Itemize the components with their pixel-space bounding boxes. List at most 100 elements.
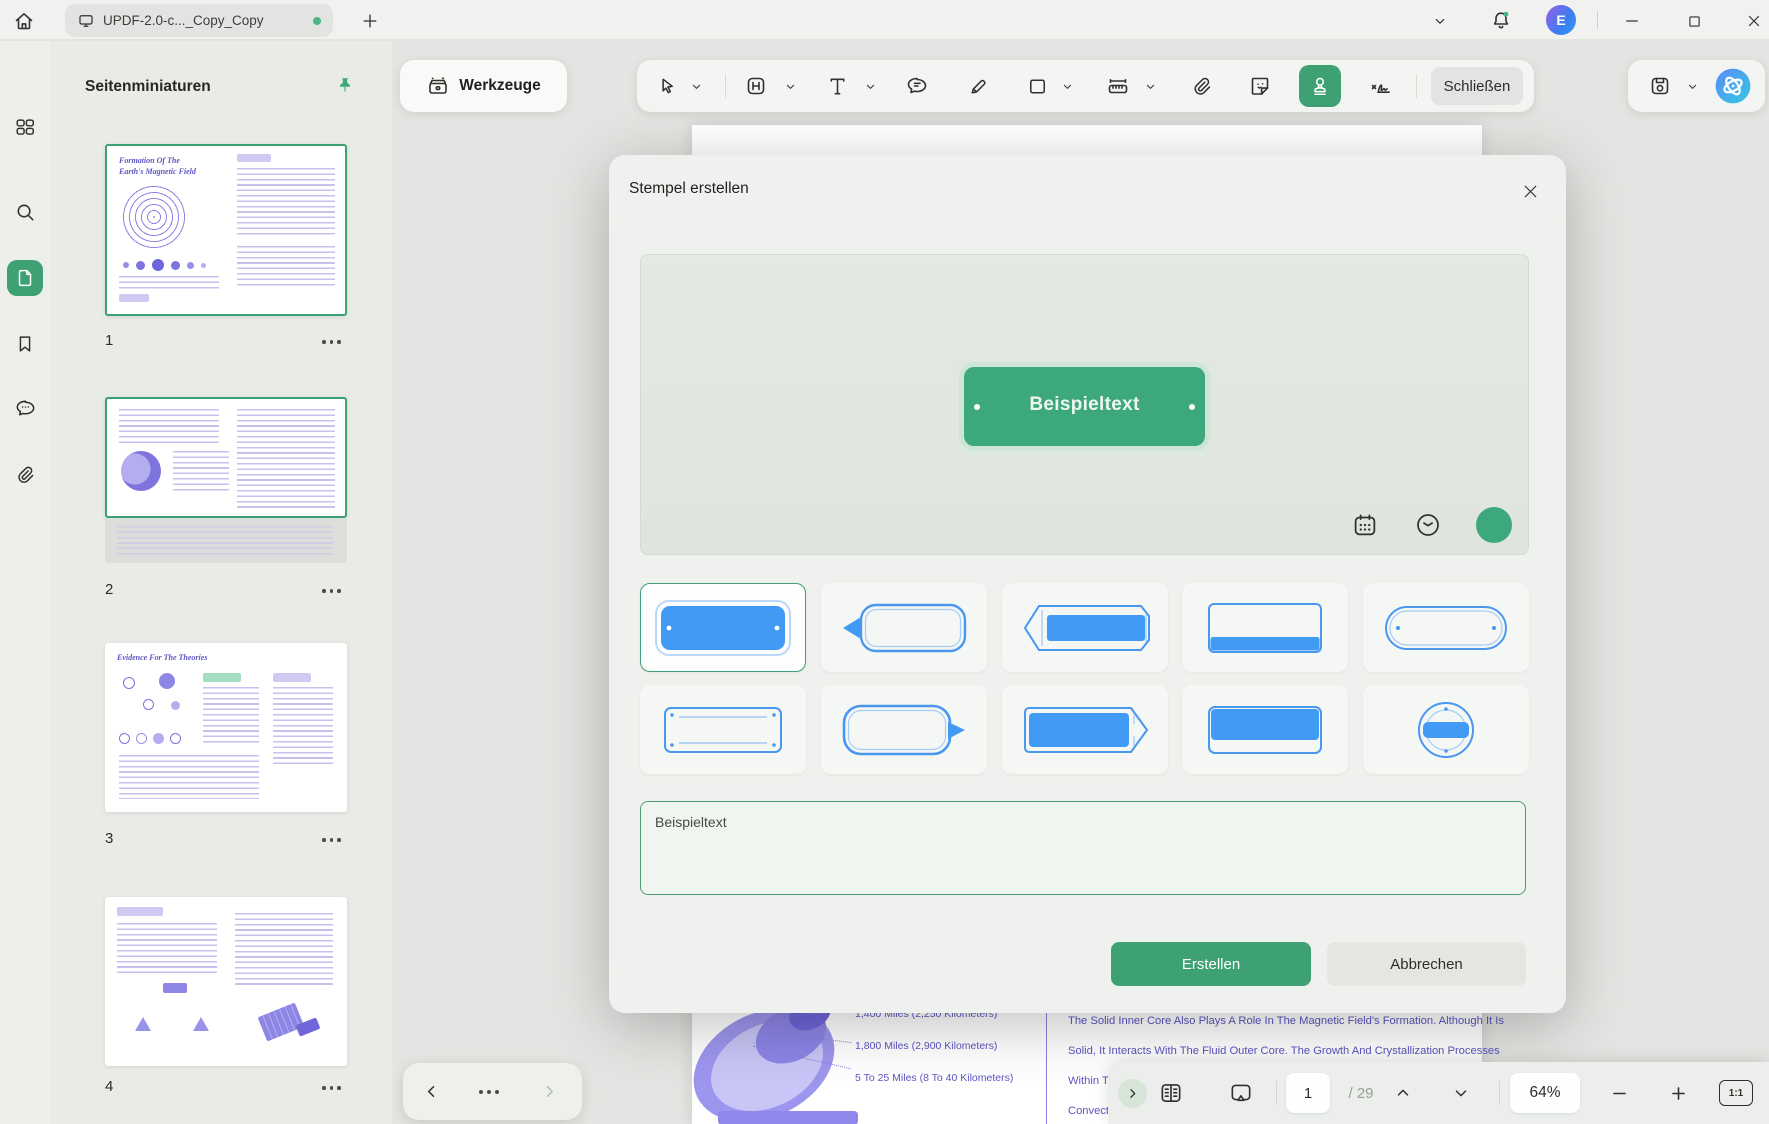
stamp-template-outline-corner-dots[interactable] [640, 685, 806, 774]
thumb4-number: 4 [105, 1078, 114, 1095]
thumb3-heading: Evidence For The Theories [117, 653, 208, 662]
home-button[interactable] [10, 7, 38, 35]
chevron-down-icon [1063, 84, 1071, 89]
pin-panel-button[interactable] [331, 72, 359, 100]
page-number-input[interactable] [1286, 1073, 1330, 1113]
next-page-button-disabled[interactable] [531, 1063, 567, 1120]
heading-style-tool[interactable] [739, 60, 773, 112]
marker-icon [971, 79, 986, 93]
previous-page-caret[interactable] [1386, 1062, 1420, 1124]
presentation-button[interactable] [1222, 1062, 1260, 1124]
page-thumbnail-4[interactable] [105, 897, 347, 1066]
measure-tool-chevron[interactable] [1137, 60, 1163, 112]
thumb3-more-button[interactable] [322, 838, 341, 842]
expand-statusbar-button[interactable] [1118, 1079, 1147, 1108]
panel-title: Seitenminiaturen [85, 78, 211, 95]
stamp-template-outline-bottom-bar[interactable] [1182, 583, 1348, 672]
text-tool[interactable] [820, 60, 854, 112]
attachment-tool[interactable] [1184, 60, 1218, 112]
close-icon [1748, 15, 1760, 27]
stamp-template-pill-outline-dots[interactable] [1363, 583, 1529, 672]
stamp-template-filled-top-bar[interactable] [1182, 685, 1348, 774]
measure-tool[interactable] [1101, 60, 1135, 112]
zoom-value-box[interactable]: 64% [1510, 1073, 1580, 1113]
shapes-tool[interactable] [1020, 60, 1054, 112]
select-tool-chevron[interactable] [683, 60, 709, 112]
square-icon [1029, 79, 1045, 93]
heading-style-chevron[interactable] [777, 60, 803, 112]
thumb1-text-column2 [237, 246, 335, 286]
stamp-template-outline-arrow-right[interactable] [821, 685, 987, 774]
select-tool[interactable] [649, 60, 683, 112]
stamp-preview[interactable]: Beispieltext [964, 367, 1205, 446]
thumb2-diagram [121, 451, 161, 491]
thumb2-more-button[interactable] [322, 589, 341, 593]
thumb1-more-button[interactable] [322, 340, 341, 344]
page-thumbnail-2[interactable] [105, 397, 347, 518]
paperclip-icon [1193, 77, 1210, 95]
close-window-button[interactable] [1741, 8, 1767, 34]
page-icon [18, 269, 32, 287]
core-layers-diagram [674, 985, 862, 1124]
page-thumbnail-3[interactable]: Evidence For The Theories [105, 643, 347, 812]
prev-page-button[interactable] [413, 1063, 449, 1120]
thumb3-tag [203, 673, 241, 682]
signature-tool[interactable] [1364, 60, 1398, 112]
rail-item-bookmarks[interactable] [7, 326, 43, 362]
page-thumbnail-2-overflow[interactable] [105, 518, 347, 563]
stamp-color-swatch[interactable] [1476, 507, 1512, 543]
titlebar-chevron-button[interactable] [1427, 8, 1453, 34]
page-nav-pill [403, 1063, 582, 1120]
stamp-text-input[interactable] [640, 801, 1526, 895]
pages-more-button[interactable] [471, 1063, 507, 1120]
zoom-in-button[interactable] [1661, 1062, 1695, 1124]
zoom-value: 64% [1529, 1084, 1561, 1101]
new-tab-button[interactable] [358, 9, 382, 33]
shapes-tool-chevron[interactable] [1054, 60, 1080, 112]
save-options-chevron[interactable] [1680, 60, 1704, 112]
page-footer-tab [718, 1111, 858, 1124]
tools-menu-button[interactable]: Werkzeuge [400, 60, 567, 112]
zoom-out-button[interactable] [1602, 1062, 1636, 1124]
document-tab[interactable]: UPDF-2.0-c..._Copy_Copy [65, 4, 333, 37]
actual-size-button[interactable]: 1:1 [1714, 1062, 1758, 1124]
annotation-toolbar: Schließen [637, 60, 1534, 112]
text-tool-chevron[interactable] [857, 60, 883, 112]
rail-item-attachments[interactable] [7, 457, 43, 493]
minimize-icon [1626, 20, 1638, 22]
add-date-button[interactable] [1347, 507, 1383, 543]
stamp-template-circle-seal[interactable] [1363, 685, 1529, 774]
stamp-template-outline-arrow-left[interactable] [821, 583, 987, 672]
two-page-view-button[interactable] [1152, 1062, 1190, 1124]
rail-item-overview[interactable] [7, 109, 43, 145]
comment-tool[interactable] [900, 60, 934, 112]
rail-item-brand[interactable] [7, 1115, 43, 1124]
stamp-template-filled-rounded-dots[interactable] [640, 583, 806, 672]
thumb4-more-button[interactable] [322, 1086, 341, 1090]
cancel-button[interactable]: Abbrechen [1327, 942, 1526, 986]
maximize-button[interactable] [1681, 8, 1707, 34]
rail-item-comments[interactable] [7, 390, 43, 426]
avatar[interactable]: E [1546, 5, 1576, 35]
close-annotation-button[interactable]: Schließen [1431, 67, 1523, 105]
page-thumbnail-1[interactable]: Formation Of The Earth's Magnetic Field [105, 144, 347, 316]
stamp-tool-active[interactable] [1299, 65, 1341, 107]
monitor-icon [79, 14, 93, 27]
rail-item-page-thumbnails[interactable] [7, 260, 43, 296]
save-button[interactable] [1643, 60, 1677, 112]
minimize-button[interactable] [1619, 8, 1645, 34]
create-button[interactable]: Erstellen [1111, 942, 1311, 986]
notifications-button[interactable] [1488, 8, 1514, 34]
next-page-caret[interactable] [1444, 1062, 1478, 1124]
highlighter-tool[interactable] [961, 60, 995, 112]
stamp-template-filled-pointed-right[interactable] [1002, 685, 1168, 774]
add-time-button[interactable] [1410, 507, 1446, 543]
stamp-template-pointed-ends-filled[interactable] [1002, 583, 1168, 672]
maximize-icon [1688, 15, 1700, 27]
ai-assistant-button[interactable] [1714, 67, 1752, 105]
thumb3-rings-row [119, 731, 199, 745]
rail-item-search[interactable] [7, 194, 43, 230]
dialog-close-button[interactable] [1512, 173, 1548, 209]
sticker-tool[interactable] [1243, 60, 1277, 112]
thumb4-tag [117, 907, 163, 916]
